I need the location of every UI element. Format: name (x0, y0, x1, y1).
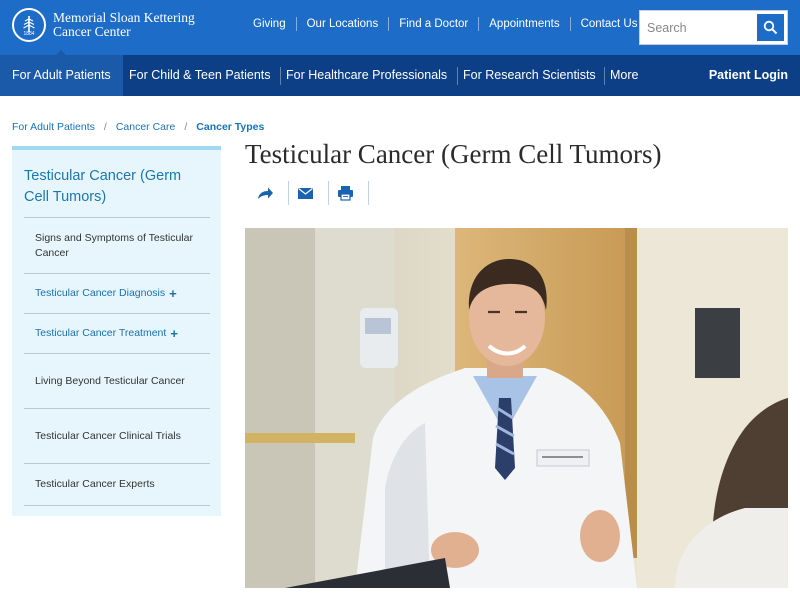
sidebar-item-label: Testicular Cancer Diagnosis (35, 287, 166, 299)
email-icon (298, 188, 313, 199)
nav-divider (604, 67, 605, 85)
breadcrumb-separator: / (184, 121, 188, 133)
sidebar-item-label: Living Beyond Testicular Cancer (35, 374, 185, 387)
expand-plus-icon[interactable]: + (169, 286, 177, 301)
expand-plus-icon[interactable]: + (170, 326, 178, 341)
sidebar-item-label: Testicular Cancer Clinical Trials (35, 429, 181, 442)
logo-line2: Cancer Center (53, 24, 131, 39)
share-icon (258, 187, 273, 199)
tab-adult-patients[interactable]: For Adult Patients (0, 55, 123, 96)
sidebar-title[interactable]: Testicular Cancer (Germ Cell Tumors) (24, 166, 206, 208)
tab-more[interactable]: More (610, 55, 638, 96)
breadcrumb-cancer-types[interactable]: Cancer Types (196, 121, 264, 133)
search-button[interactable] (757, 14, 784, 41)
sidebar-divider (24, 505, 210, 506)
breadcrumb-adult-patients[interactable]: For Adult Patients (12, 121, 95, 133)
share-button[interactable] (249, 181, 289, 205)
page-title: Testicular Cancer (Germ Cell Tumors) (245, 139, 662, 169)
active-tab-caret (56, 50, 66, 55)
tab-child-teen-patients[interactable]: For Child & Teen Patients (129, 55, 271, 96)
search-input[interactable] (640, 11, 757, 44)
nav-divider (457, 67, 458, 85)
tab-research-scientists[interactable]: For Research Scientists (463, 55, 596, 96)
hero-photo-doctor (245, 228, 788, 588)
sidebar-item-clinical-trials[interactable]: Testicular Cancer Clinical Trials (24, 408, 210, 463)
logo-line1: Memorial Sloan Kettering (53, 10, 195, 25)
patient-login-link[interactable]: Patient Login (709, 55, 788, 96)
search-icon (763, 20, 778, 35)
sidebar-item-living-beyond[interactable]: Living Beyond Testicular Cancer (24, 353, 210, 408)
msk-logo[interactable]: 1884 Memorial Sloan Kettering Cancer Cen… (12, 8, 195, 42)
breadcrumb-cancer-care[interactable]: Cancer Care (116, 121, 176, 133)
email-button[interactable] (289, 181, 329, 205)
sidebar-item-label: Signs and Symptoms of Testicular Cancer (35, 231, 193, 259)
print-icon (338, 186, 353, 201)
our-locations-link[interactable]: Our Locations (295, 17, 389, 31)
nav-divider (280, 67, 281, 85)
giving-link[interactable]: Giving (243, 17, 296, 31)
seal-year: 1884 (23, 31, 35, 37)
contact-us-link[interactable]: Contact Us (569, 17, 648, 31)
search-box (639, 10, 788, 45)
find-a-doctor-link[interactable]: Find a Doctor (388, 17, 478, 31)
msk-seal-icon: 1884 (12, 8, 46, 42)
sidebar-item-experts[interactable]: Testicular Cancer Experts (24, 463, 210, 505)
sidebar-item-treatment[interactable]: Testicular Cancer Treatment + (24, 313, 210, 353)
sidebar-item-diagnosis[interactable]: Testicular Cancer Diagnosis + (24, 273, 210, 313)
breadcrumb: For Adult Patients / Cancer Care / Cance… (12, 121, 264, 133)
appointments-link[interactable]: Appointments (478, 17, 569, 31)
sidebar-item-label: Testicular Cancer Treatment (35, 327, 167, 339)
tab-healthcare-professionals[interactable]: For Healthcare Professionals (286, 55, 447, 96)
sidebar-item-signs-symptoms[interactable]: Signs and Symptoms of Testicular Cancer (24, 217, 210, 273)
sidebar-item-label: Testicular Cancer Experts (35, 478, 155, 490)
main-nav: For Adult Patients For Child & Teen Pati… (0, 55, 800, 96)
logo-wordmark: Memorial Sloan Kettering Cancer Center (53, 11, 195, 39)
top-header: 1884 Memorial Sloan Kettering Cancer Cen… (0, 0, 800, 55)
breadcrumb-separator: / (103, 121, 107, 133)
share-tools (249, 181, 369, 205)
print-button[interactable] (329, 181, 369, 205)
section-sidebar: Testicular Cancer (Germ Cell Tumors) Sig… (12, 146, 221, 516)
utility-nav: Giving Our Locations Find a Doctor Appoi… (243, 17, 647, 31)
